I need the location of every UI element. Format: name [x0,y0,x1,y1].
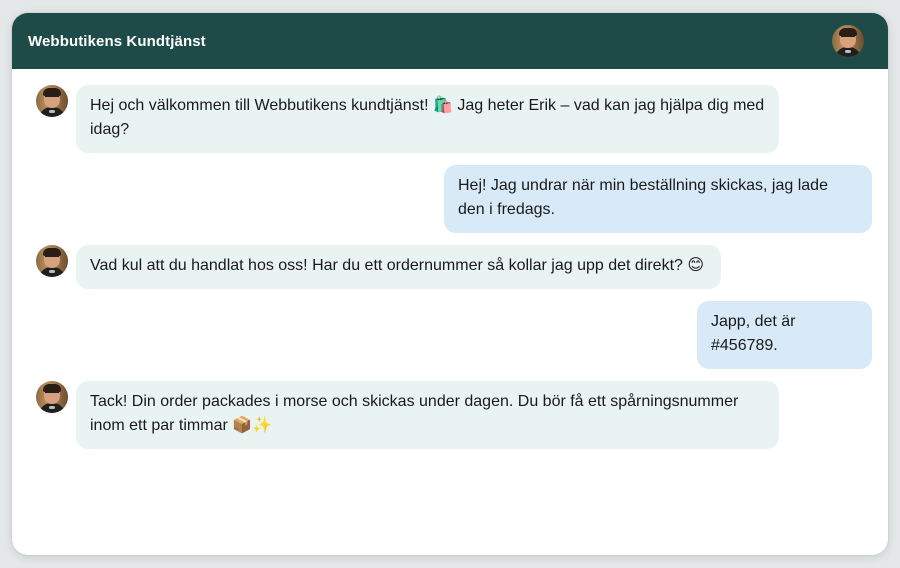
message-row-user: Hej! Jag undrar när min beställning skic… [444,165,872,233]
agent-message-bubble: Hej och välkommen till Webbutikens kundt… [76,85,779,153]
message-list: Hej och välkommen till Webbutikens kundt… [12,69,888,555]
message-row-agent: Tack! Din order packades i morse och ski… [36,381,779,449]
message-row-agent: Vad kul att du handlat hos oss! Har du e… [36,245,721,289]
agent-avatar-icon [36,85,68,117]
message-row-user: Japp, det är #456789. [697,301,872,369]
user-message-bubble: Hej! Jag undrar när min beställning skic… [444,165,872,233]
agent-avatar-icon [36,381,68,413]
agent-avatar-icon [36,245,68,277]
chat-window: Webbutikens Kundtjänst Hej och välkommen… [12,13,888,555]
chat-title: Webbutikens Kundtjänst [28,32,206,50]
agent-message-bubble: Tack! Din order packades i morse och ski… [76,381,779,449]
user-message-bubble: Japp, det är #456789. [697,301,872,369]
chat-header: Webbutikens Kundtjänst [12,13,888,69]
agent-avatar-icon[interactable] [832,25,864,57]
agent-message-bubble: Vad kul att du handlat hos oss! Har du e… [76,245,721,289]
message-row-agent: Hej och välkommen till Webbutikens kundt… [36,85,779,153]
